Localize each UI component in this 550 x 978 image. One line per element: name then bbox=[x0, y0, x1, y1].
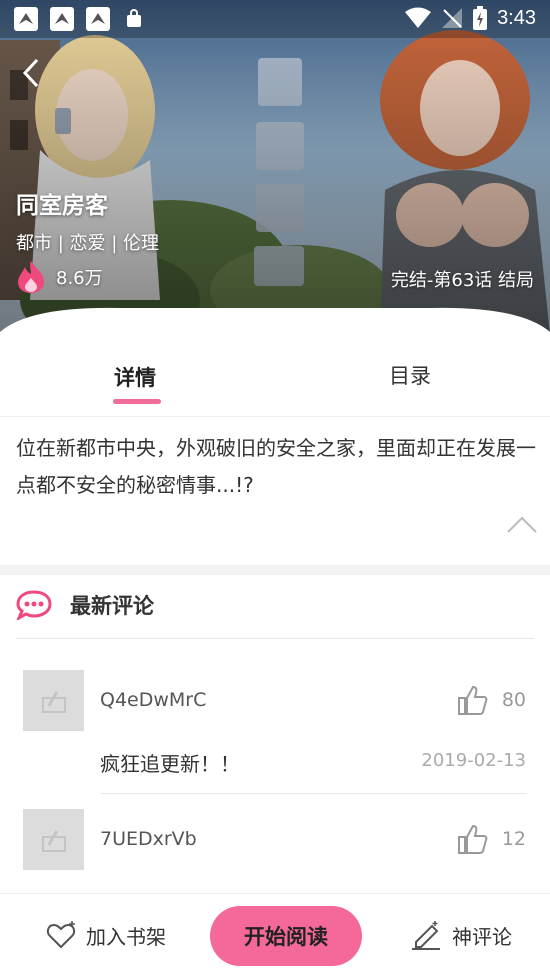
comment-username: Q4eDwMrC bbox=[100, 689, 207, 711]
flame-icon bbox=[18, 261, 44, 293]
comic-cover-banner: 3:43 同室房客 都市 | 恋爱 | 伦理 8.6万 完结-第63话 结局 bbox=[0, 0, 550, 335]
bottom-action-bar: 加入书架 开始阅读 神评论 bbox=[0, 893, 550, 978]
comment-date: 2019-02-13 bbox=[421, 750, 526, 771]
active-tab-indicator bbox=[113, 399, 161, 404]
bird-icon bbox=[14, 7, 38, 31]
popularity-count: 8.6万 bbox=[56, 268, 103, 289]
cellular-off-icon bbox=[442, 8, 463, 28]
serial-status: 完结-第63话 结局 bbox=[390, 270, 534, 291]
banner-curve bbox=[0, 307, 550, 335]
tab-catalog[interactable]: 目录 bbox=[389, 360, 431, 390]
default-avatar-icon bbox=[41, 690, 66, 713]
top-comments-label: 神评论 bbox=[452, 924, 512, 949]
thumbs-up-icon bbox=[457, 685, 488, 715]
back-button[interactable] bbox=[14, 56, 48, 90]
comic-genres: 都市 | 恋爱 | 伦理 bbox=[16, 233, 160, 254]
comic-title: 同室房客 bbox=[16, 193, 108, 219]
like-button[interactable]: 80 bbox=[456, 684, 526, 716]
popularity: 8.6万 bbox=[16, 260, 103, 294]
comic-description: 位在新都市中央，外观破旧的安全之家，里面却正在发展一点都不安全的秘密情事...!… bbox=[16, 436, 536, 497]
like-count: 12 bbox=[501, 828, 526, 850]
detail-tabs: 详情 目录 bbox=[0, 338, 550, 417]
clock: 3:43 bbox=[497, 6, 536, 29]
avatar[interactable] bbox=[23, 670, 84, 731]
default-avatar-icon bbox=[41, 829, 66, 852]
collapse-button[interactable] bbox=[506, 514, 538, 538]
chevron-up-icon bbox=[507, 516, 537, 533]
heart-sparkle-icon bbox=[46, 921, 76, 949]
pen-write-icon bbox=[412, 921, 440, 950]
system-status: 3:43 bbox=[405, 6, 536, 30]
divider bbox=[16, 638, 534, 639]
shopping-bag-icon bbox=[122, 7, 146, 31]
battery-charging-icon bbox=[473, 6, 488, 30]
comments-title: 最新评论 bbox=[70, 594, 154, 618]
thumbs-up-icon bbox=[457, 824, 488, 854]
chat-bubble-icon bbox=[16, 590, 52, 620]
notification-icons bbox=[14, 7, 146, 31]
chevron-left-icon bbox=[22, 58, 39, 88]
top-comments-button[interactable]: 神评论 bbox=[410, 920, 512, 950]
comments-header: 最新评论 bbox=[16, 590, 154, 620]
divider bbox=[100, 793, 527, 794]
section-divider bbox=[0, 565, 550, 575]
wifi-icon bbox=[405, 7, 432, 28]
like-button[interactable]: 12 bbox=[456, 823, 526, 855]
add-to-shelf-button[interactable]: 加入书架 bbox=[46, 920, 166, 950]
start-reading-button[interactable]: 开始阅读 bbox=[210, 906, 362, 966]
comment-username: 7UEDxrVb bbox=[100, 828, 197, 850]
avatar[interactable] bbox=[23, 809, 84, 870]
status-bar: 3:43 bbox=[0, 0, 550, 38]
bird-icon bbox=[86, 7, 110, 31]
tab-details[interactable]: 详情 bbox=[114, 362, 156, 392]
like-count: 80 bbox=[501, 689, 526, 711]
comment-text: 疯狂追更新！！ bbox=[100, 752, 240, 776]
add-to-shelf-label: 加入书架 bbox=[86, 924, 166, 949]
bird-icon bbox=[50, 7, 74, 31]
comment-item: Q4eDwMrC 80 疯狂追更新！！ 2019-02-13 bbox=[0, 670, 550, 800]
